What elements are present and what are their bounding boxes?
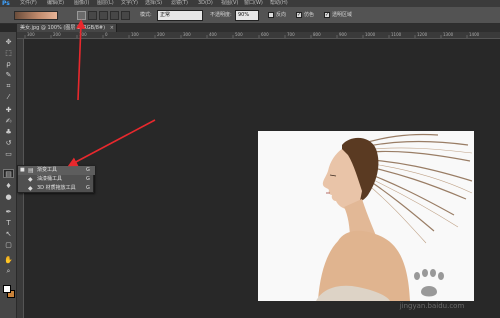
arrow-to-linear-gradient-button [76,19,86,101]
foreground-color-swatch[interactable] [3,285,11,293]
arrow-to-gradient-flyout [67,119,156,167]
annotation-arrows [67,19,156,167]
